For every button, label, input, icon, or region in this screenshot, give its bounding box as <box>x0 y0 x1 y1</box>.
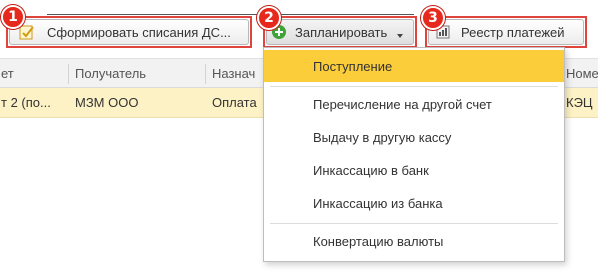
menu-item-currency-conversion[interactable]: Конвертацию валюты <box>264 225 564 257</box>
plan-label: Запланировать <box>295 24 388 40</box>
chevron-down-icon <box>396 28 404 38</box>
menu-item-collection-to-bank[interactable]: Инкассацию в банк <box>264 154 564 186</box>
column-header-account[interactable]: ет <box>0 59 67 87</box>
cell-purpose: Оплата <box>212 95 257 110</box>
menu-item-issue-cashbox[interactable]: Выдачу в другую кассу <box>264 121 564 153</box>
payment-registry-button[interactable]: Реестр платежей <box>428 19 584 45</box>
plan-dropdown-menu: Поступление Перечисление на другой счет … <box>263 47 565 262</box>
form-writeoffs-label: Сформировать списания ДС... <box>47 24 231 40</box>
cell-recipient: МЗМ ООО <box>75 95 139 110</box>
menu-item-transfer-account[interactable]: Перечисление на другой счет <box>264 88 564 120</box>
cell-number: КЭЦ <box>566 95 593 110</box>
menu-item-collection-from-bank[interactable]: Инкассацию из банка <box>264 187 564 219</box>
step-badge-1: 1 <box>1 5 25 29</box>
menu-separator <box>270 223 558 224</box>
document-check-icon <box>19 24 35 40</box>
menu-separator <box>270 86 558 87</box>
step-badge-2: 2 <box>257 6 281 30</box>
step-badge-3: 3 <box>421 6 445 30</box>
column-header-purpose[interactable]: Назнач <box>206 59 263 87</box>
column-header-recipient[interactable]: Получатель <box>69 59 204 87</box>
cell-account: т 2 (по... <box>1 95 51 110</box>
payment-registry-label: Реестр платежей <box>461 24 565 40</box>
menu-item-receipt[interactable]: Поступление <box>264 50 564 82</box>
column-header-number[interactable]: Номе <box>560 59 598 87</box>
form-writeoffs-button[interactable]: Сформировать списания ДС... <box>9 19 249 45</box>
top-divider <box>47 14 414 15</box>
plan-dropdown-button[interactable]: Запланировать <box>266 19 414 45</box>
